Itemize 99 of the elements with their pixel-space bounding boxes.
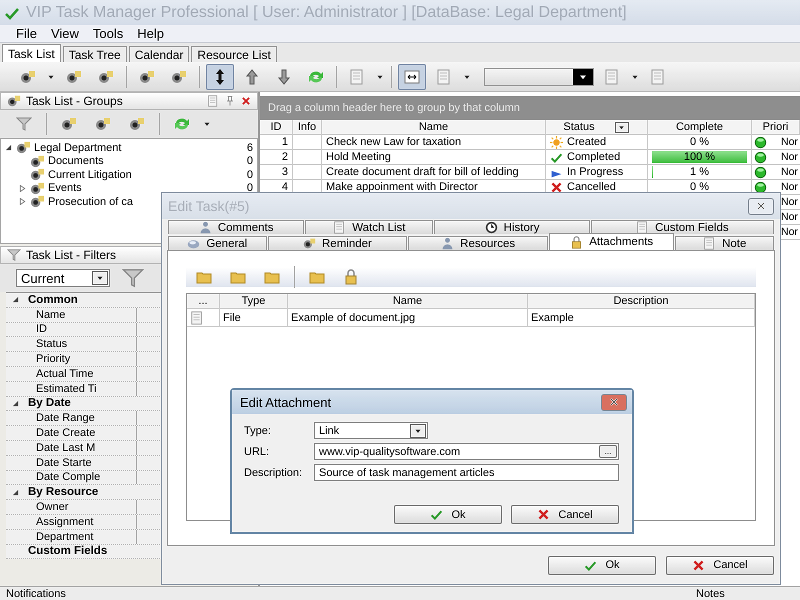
type-dropdown[interactable]: Link xyxy=(314,422,428,439)
task-count: 6 xyxy=(246,142,253,154)
dialog-tab[interactable]: Attachments xyxy=(549,233,674,250)
filter-name[interactable]: Name xyxy=(36,308,137,322)
table-cell: 1 xyxy=(282,136,288,148)
dialog-tab[interactable]: Reminder xyxy=(268,236,408,250)
tree-item[interactable]: Documents xyxy=(48,155,244,168)
table-cell: Nor xyxy=(781,226,798,238)
column-header[interactable]: Info xyxy=(293,120,322,134)
filter-category[interactable]: By Date xyxy=(28,397,71,410)
column-header[interactable]: Name xyxy=(322,120,546,134)
menu-item[interactable]: Help xyxy=(137,26,164,41)
filter-category[interactable]: By Resource xyxy=(28,486,98,498)
tree-item[interactable]: Events xyxy=(48,182,244,194)
column-header[interactable]: Type xyxy=(220,294,288,308)
menu-item[interactable]: File xyxy=(16,26,37,41)
table-cell: Make appoinment with Director xyxy=(326,181,478,193)
table-cell: Nor xyxy=(781,151,798,163)
task-count: 0 xyxy=(246,168,253,181)
column-header[interactable]: Description xyxy=(528,294,755,308)
filter-preset-combo[interactable]: Current xyxy=(16,269,110,287)
filter-name[interactable]: Assignment xyxy=(36,514,137,529)
view-tab[interactable]: Task Tree xyxy=(62,46,127,62)
browse-button[interactable]: ... xyxy=(599,445,617,458)
dialog-title: Edit Task(#5) xyxy=(168,198,250,214)
filter-name[interactable]: Date Last M xyxy=(36,440,137,455)
table-cell: Nor xyxy=(781,211,798,223)
view-tab[interactable]: Calendar xyxy=(128,46,190,62)
table-cell: Cancelled xyxy=(567,181,616,193)
field-label: Type: xyxy=(244,424,272,436)
percent-text: 100 % xyxy=(684,151,716,163)
filter-name[interactable]: Department xyxy=(36,530,137,544)
view-tab[interactable]: Resource List xyxy=(191,46,277,62)
table-cell: Created xyxy=(567,136,606,148)
filter-name[interactable]: Owner xyxy=(36,500,137,514)
notifications-label: Notifications xyxy=(5,587,67,600)
column-header[interactable]: ID xyxy=(260,120,293,134)
notes-label: Notes xyxy=(695,587,726,600)
table-cell: Completed xyxy=(567,151,620,163)
percent-text: 0 % xyxy=(690,181,709,193)
cancel-button[interactable]: Cancel xyxy=(666,556,774,574)
field-label: URL: xyxy=(244,446,270,458)
table-cell: Example of document.jpg xyxy=(291,312,416,324)
filter-category[interactable]: Custom Fields xyxy=(28,545,108,558)
dialog-tab[interactable]: History xyxy=(434,220,590,234)
window-title: VIP Task Manager Professional [ User: Administrator ] [DataBase: Legal Department] xyxy=(26,4,627,22)
table-cell: Nor xyxy=(781,181,798,193)
table-cell: Create document draft for bill of ledding xyxy=(326,166,519,178)
filter-name[interactable]: Date Starte xyxy=(36,456,137,470)
dialog-tab[interactable]: Comments xyxy=(168,220,304,234)
column-header[interactable]: ... xyxy=(187,294,220,308)
percent-text: 0 % xyxy=(690,136,709,148)
tree-item[interactable]: Legal Department xyxy=(34,142,244,154)
filter-category[interactable]: Common xyxy=(28,294,78,306)
table-cell: Nor xyxy=(781,136,798,148)
table-cell: 2 xyxy=(282,151,288,163)
table-cell: 4 xyxy=(282,181,288,193)
cancel-button[interactable]: Cancel xyxy=(511,505,619,524)
percent-text: 1 % xyxy=(690,166,709,178)
task-count: 0 xyxy=(246,155,253,168)
filter-name[interactable]: Actual Time xyxy=(36,366,137,381)
column-header[interactable]: Name xyxy=(288,294,528,308)
url-field[interactable]: www.vip-qualitysoftware.com ... xyxy=(314,443,619,460)
task-count: 0 xyxy=(246,182,253,194)
panel-title: Task List - Filters xyxy=(26,248,118,262)
dialog-tab[interactable]: Note xyxy=(675,236,774,250)
field-label: Description: xyxy=(244,466,304,478)
table-cell: Nor xyxy=(781,166,798,178)
filter-name[interactable]: Date Comple xyxy=(36,470,137,484)
panel-title: Task List - Groups xyxy=(26,94,124,108)
table-cell: File xyxy=(223,312,241,324)
table-cell: Nor xyxy=(781,196,798,208)
menu-item[interactable]: View xyxy=(50,26,79,41)
filter-name[interactable]: Estimated Ti xyxy=(36,382,137,396)
ok-button[interactable]: Ok xyxy=(394,505,502,524)
dialog-title: Edit Attachment xyxy=(240,394,332,410)
column-header[interactable]: Complete xyxy=(648,120,752,134)
dialog-tab[interactable]: General xyxy=(168,236,267,250)
dialog-tab[interactable]: Watch List xyxy=(305,220,434,234)
dialog-tab[interactable]: Custom Fields xyxy=(590,220,774,234)
table-cell: In Progress xyxy=(567,166,624,178)
filter-name[interactable]: ID xyxy=(36,322,137,336)
filter-name[interactable]: Date Create xyxy=(36,426,137,440)
group-hint: Drag a column header here to group by that column xyxy=(268,102,520,114)
table-cell: 3 xyxy=(282,166,288,178)
column-header[interactable]: Priori xyxy=(752,120,800,134)
table-cell: Example xyxy=(531,312,574,324)
column-header[interactable]: Status xyxy=(546,120,648,134)
table-cell: Hold Meeting xyxy=(326,151,391,163)
table-cell: Check new Law for taxation xyxy=(326,136,462,148)
filter-name[interactable]: Priority xyxy=(36,352,137,366)
view-tab[interactable]: Task List xyxy=(2,44,61,62)
filter-name[interactable]: Status xyxy=(36,337,137,352)
menu-item[interactable]: Tools xyxy=(92,26,124,41)
filter-name[interactable]: Date Range xyxy=(36,411,137,426)
description-field[interactable]: Source of task management articles xyxy=(314,464,619,481)
tree-item[interactable]: Current Litigation xyxy=(48,168,244,181)
dialog-tab[interactable]: Resources xyxy=(408,236,548,250)
ok-button[interactable]: Ok xyxy=(548,556,656,574)
